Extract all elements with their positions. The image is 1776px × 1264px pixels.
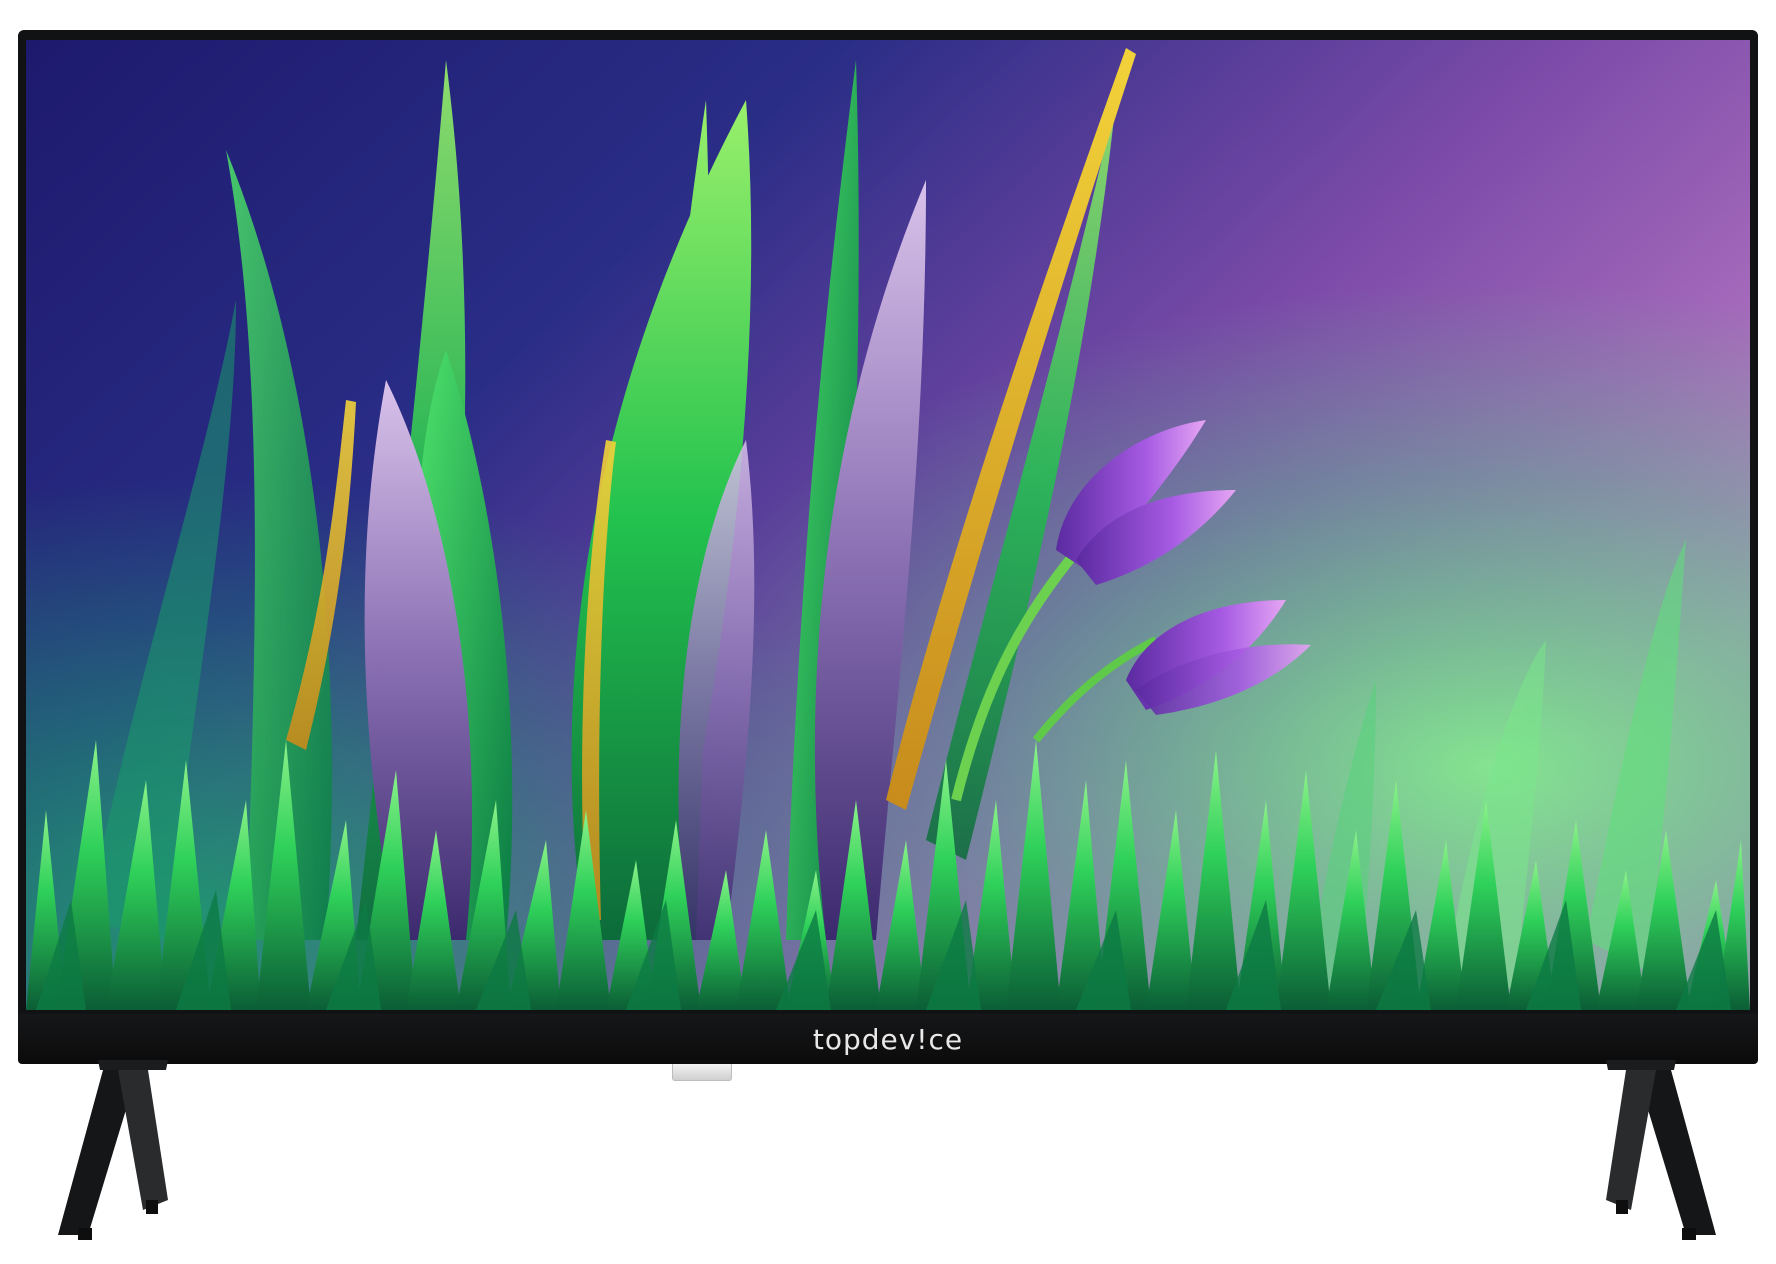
stand-leg-right xyxy=(1606,1060,1716,1240)
screen-artwork xyxy=(26,40,1750,1010)
stand-leg-left xyxy=(58,1060,168,1240)
tv-screen xyxy=(26,40,1750,1010)
brand-logo: topdev!ce xyxy=(812,1023,964,1056)
ir-sensor xyxy=(672,1064,732,1081)
product-photo: topdev!ce xyxy=(0,0,1776,1264)
